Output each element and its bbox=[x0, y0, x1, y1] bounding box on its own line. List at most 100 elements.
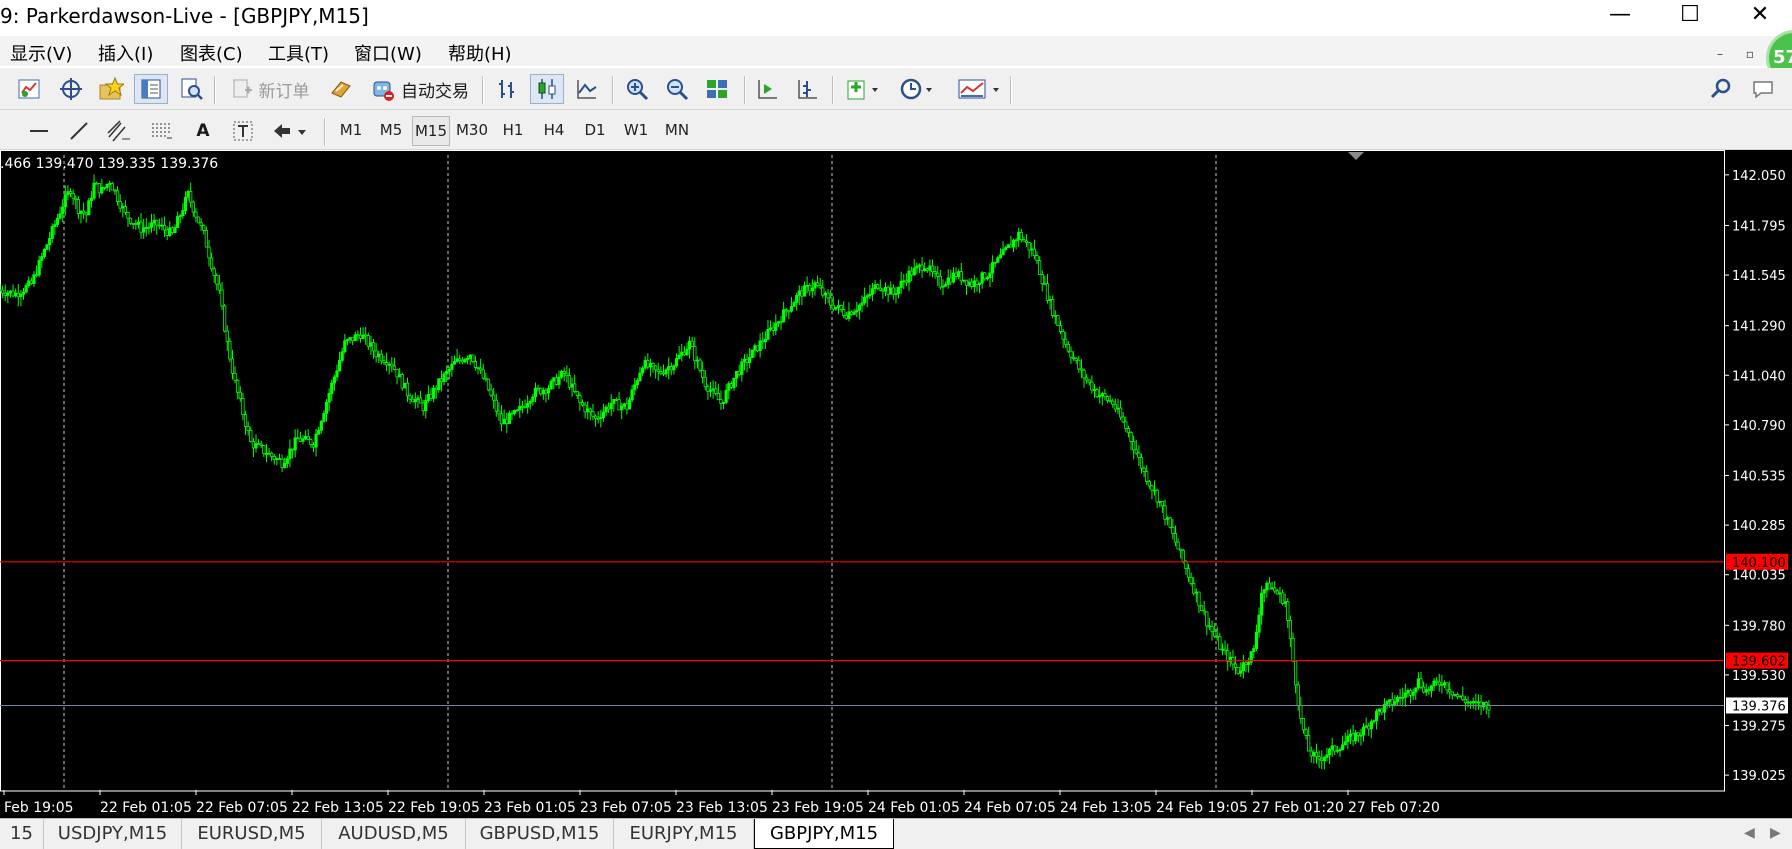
zoom-in-button[interactable] bbox=[620, 74, 654, 104]
horizontal-line-button[interactable] bbox=[22, 116, 56, 146]
period-mn[interactable]: MN bbox=[658, 116, 696, 146]
candle-body bbox=[233, 372, 237, 381]
chart-tab-active[interactable]: GBPJPY,M15 bbox=[754, 819, 894, 849]
chart-shift-button[interactable] bbox=[790, 74, 824, 104]
candle-body bbox=[719, 399, 723, 404]
tile-windows-button[interactable] bbox=[700, 74, 734, 104]
period-m5[interactable]: M5 bbox=[372, 116, 410, 146]
tabs-scroll-right-button[interactable]: ▶ bbox=[1770, 825, 1781, 841]
candlestick-button[interactable] bbox=[530, 74, 564, 104]
candle-body bbox=[374, 350, 378, 358]
candle-body bbox=[583, 404, 587, 413]
auto-trading-button[interactable]: 自动交易 bbox=[364, 74, 474, 104]
x-tick-label: Feb 19:05 bbox=[4, 800, 74, 816]
candle-body bbox=[335, 370, 339, 378]
candle-body bbox=[379, 353, 383, 362]
search-button[interactable] bbox=[1704, 74, 1738, 104]
chart-tab[interactable]: USDJPY,M15 bbox=[44, 819, 182, 849]
fibonacci-button[interactable] bbox=[144, 116, 178, 146]
candle-body bbox=[309, 439, 313, 445]
candle-body bbox=[607, 406, 611, 410]
candle-body bbox=[1134, 449, 1138, 454]
arrows-button[interactable] bbox=[268, 116, 312, 146]
chart-tab[interactable]: GBPUSD,M15 bbox=[466, 819, 614, 849]
zoom-out-button[interactable] bbox=[660, 74, 694, 104]
equidistant-channel-button[interactable] bbox=[102, 116, 136, 146]
candle-body bbox=[403, 382, 407, 389]
candle-body bbox=[497, 410, 501, 415]
chart-tab[interactable]: AUDUSD,M5 bbox=[322, 819, 466, 849]
chart-tab[interactable]: EURUSD,M5 bbox=[182, 819, 322, 849]
period-m1[interactable]: M1 bbox=[332, 116, 370, 146]
chart-tabs: 15 USDJPY,M15 EURUSD,M5 AUDUSD,M5 GBPUSD… bbox=[0, 818, 1792, 849]
indicators-button[interactable] bbox=[840, 74, 886, 104]
favorites-icon bbox=[99, 77, 124, 100]
period-h1[interactable]: H1 bbox=[494, 116, 532, 146]
minimize-button[interactable]: — bbox=[1590, 0, 1650, 32]
candle-body bbox=[970, 281, 974, 287]
crosshair-button[interactable] bbox=[54, 74, 88, 104]
candle-body bbox=[277, 458, 282, 460]
candle-body bbox=[983, 272, 987, 280]
text-tool-button[interactable]: A bbox=[186, 116, 220, 146]
navigator-button[interactable] bbox=[174, 74, 208, 104]
candle-body bbox=[1448, 689, 1452, 693]
menu-charts[interactable]: 图表(C) bbox=[180, 40, 243, 66]
menu-window[interactable]: 窗口(W) bbox=[354, 40, 422, 66]
price-chart[interactable]: 140.100 139.602 139.376 142.050 141.795 141.5… bbox=[0, 150, 1792, 818]
candle-body bbox=[452, 361, 457, 365]
candle-body bbox=[306, 435, 310, 441]
period-d1[interactable]: D1 bbox=[576, 116, 614, 146]
trendline-button[interactable] bbox=[62, 116, 96, 146]
menu-view[interactable]: 显示(V) bbox=[10, 40, 72, 66]
templates-button[interactable] bbox=[950, 74, 1008, 104]
candle-body bbox=[290, 448, 295, 451]
candle-body bbox=[1113, 403, 1117, 410]
candle-body bbox=[499, 413, 504, 425]
candle-body bbox=[1241, 662, 1245, 672]
maximize-button[interactable]: ☐ bbox=[1660, 0, 1720, 32]
mdi-restore-button[interactable]: ▫ bbox=[1740, 45, 1760, 63]
new-chart-button[interactable] bbox=[12, 74, 46, 104]
chat-button[interactable] bbox=[1748, 74, 1778, 104]
period-h4[interactable]: H4 bbox=[535, 116, 573, 146]
period-w1[interactable]: W1 bbox=[617, 116, 655, 146]
periods-button[interactable] bbox=[894, 74, 940, 104]
candle-body bbox=[1079, 368, 1084, 371]
candle-body bbox=[343, 340, 347, 353]
mdi-minimize-button[interactable]: – bbox=[1710, 45, 1730, 63]
line-chart-button[interactable] bbox=[570, 74, 604, 104]
candle-body bbox=[165, 229, 169, 236]
candle-body bbox=[1398, 696, 1402, 699]
period-m30[interactable]: M30 bbox=[453, 116, 491, 146]
tabs-scroll-left-button[interactable]: ◀ bbox=[1744, 825, 1755, 841]
candle-body bbox=[808, 285, 812, 292]
candle-body bbox=[889, 287, 893, 295]
candle-body bbox=[1004, 247, 1008, 250]
candle-body bbox=[849, 311, 854, 315]
period-m15[interactable]: M15 bbox=[412, 116, 450, 146]
candle-body bbox=[1053, 314, 1057, 317]
chart-tab[interactable]: 15 bbox=[0, 819, 44, 849]
candle-body bbox=[1006, 244, 1010, 248]
candle-body bbox=[1223, 648, 1227, 652]
new-order-button[interactable]: 新订单 bbox=[222, 74, 318, 104]
text-label-button[interactable] bbox=[226, 116, 260, 146]
favorites-button[interactable] bbox=[94, 74, 128, 104]
candle-body bbox=[1166, 517, 1170, 520]
candle-body bbox=[1476, 701, 1481, 704]
menu-help[interactable]: 帮助(H) bbox=[448, 40, 512, 66]
candle-body bbox=[573, 383, 577, 392]
candle-body bbox=[1207, 625, 1212, 628]
auto-scroll-button[interactable] bbox=[750, 74, 784, 104]
menu-insert[interactable]: 插入(I) bbox=[98, 40, 153, 66]
close-button[interactable]: ✕ bbox=[1730, 0, 1790, 32]
menu-tools[interactable]: 工具(T) bbox=[268, 40, 329, 66]
history-button[interactable] bbox=[324, 74, 358, 104]
candle-body bbox=[1197, 591, 1201, 607]
candle-body bbox=[1275, 590, 1279, 595]
market-watch-button[interactable] bbox=[134, 74, 168, 104]
candle-body bbox=[685, 348, 689, 356]
bar-chart-button[interactable] bbox=[490, 74, 524, 104]
chart-tab[interactable]: EURJPY,M15 bbox=[614, 819, 754, 849]
